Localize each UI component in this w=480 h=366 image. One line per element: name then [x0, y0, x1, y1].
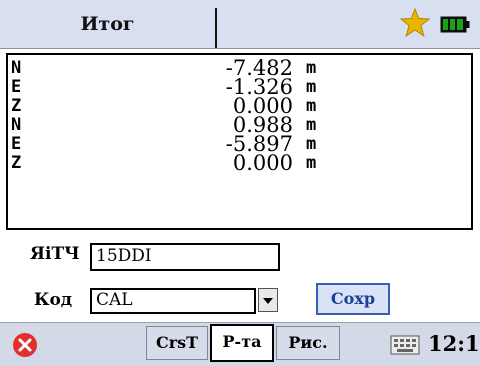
unit-label: m [306, 58, 317, 78]
result-row: Z 0.000 m [8, 151, 468, 175]
title-separator [215, 8, 217, 48]
unit-label: m [306, 115, 317, 135]
coord-value: 0.000 [232, 151, 293, 175]
code-dropdown-button[interactable] [258, 288, 278, 312]
coord-label: N [11, 58, 22, 78]
battery-icon [440, 16, 470, 33]
unit-label: m [306, 77, 317, 97]
unit-label: m [306, 153, 317, 173]
coord-label: N [11, 115, 22, 135]
code-label: Код [34, 290, 73, 310]
tab-figure[interactable]: Рис. [276, 326, 340, 360]
tab-results[interactable]: Р-та [210, 324, 274, 362]
unit-label: m [306, 134, 317, 154]
star-icon[interactable] [400, 8, 430, 38]
point-name-field[interactable]: 15DDI [90, 243, 280, 271]
close-icon[interactable] [12, 332, 38, 358]
clock: 12:10 [428, 331, 480, 356]
unit-label: m [306, 96, 317, 116]
save-button[interactable]: Сохр [316, 283, 390, 315]
coord-label: E [11, 134, 22, 154]
page-title: Итог [80, 13, 135, 35]
tab-crst[interactable]: CrsT [146, 326, 208, 360]
coord-label: E [11, 77, 22, 97]
results-panel: N -7.482 m E -1.326 m Z 0.000 m N 0.988 … [6, 53, 473, 230]
code-field[interactable]: CAL [90, 288, 256, 314]
chevron-down-icon [263, 298, 273, 304]
point-name-label: ЯіТЧ [30, 244, 80, 264]
coord-label: Z [11, 96, 22, 116]
keyboard-icon[interactable] [390, 334, 420, 356]
coord-label: Z [11, 153, 22, 173]
